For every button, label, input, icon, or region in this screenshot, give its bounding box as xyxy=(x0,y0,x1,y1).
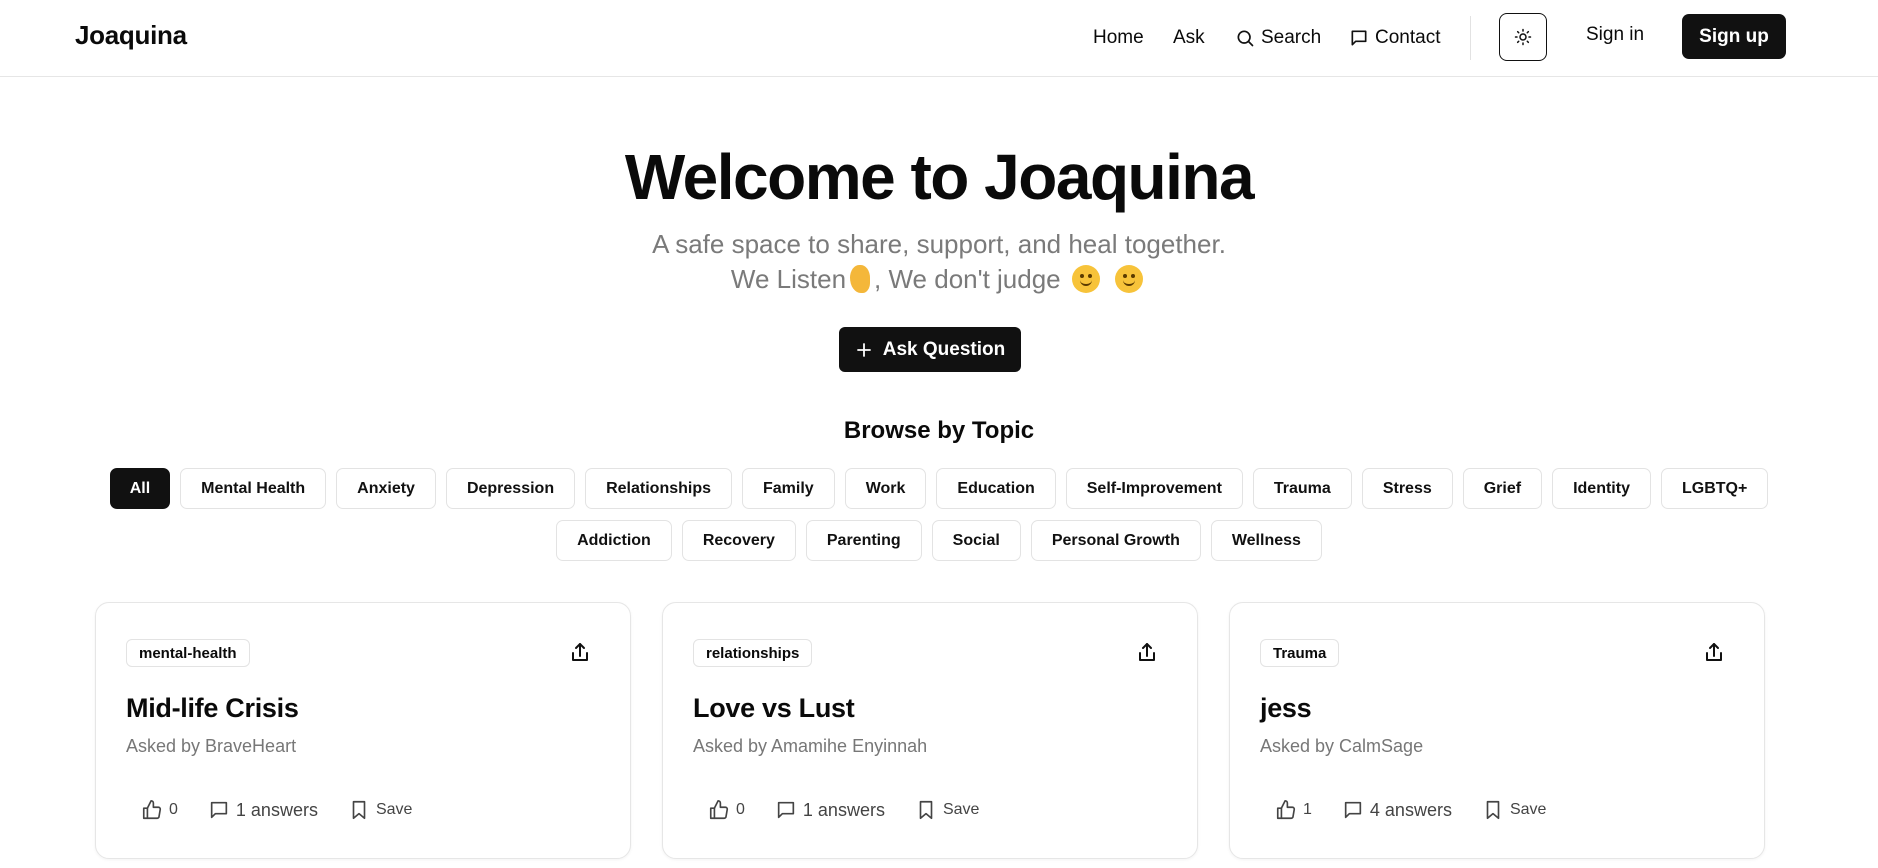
card-title[interactable]: jess xyxy=(1260,693,1312,724)
search-icon xyxy=(1237,30,1254,47)
card-actions: 0 1 answers Save xyxy=(141,797,442,823)
save-label: Save xyxy=(942,801,980,818)
share-icon[interactable] xyxy=(1702,641,1726,665)
card-asked-by: Asked by Amamihe Enyinnah xyxy=(693,736,928,756)
theme-toggle-button[interactable] xyxy=(1499,13,1547,61)
tagline-part-b: , We don't judge xyxy=(874,264,1061,294)
hero-title: Welcome to Joaquina xyxy=(624,141,1255,213)
like-button[interactable]: 0 xyxy=(708,799,745,821)
topic-chips-row-2: Addiction Recovery Parenting Social Personal… xyxy=(0,520,1878,561)
like-count: 0 xyxy=(736,801,745,818)
nav-home-label: Home xyxy=(1093,27,1144,48)
question-card[interactable]: Trauma jess Asked by CalmSage 1 4 answer… xyxy=(1229,602,1765,859)
save-label: Save xyxy=(375,801,413,818)
topic-chip-education[interactable]: Education xyxy=(936,468,1056,509)
topic-chip-recovery[interactable]: Recovery xyxy=(681,520,796,561)
like-count: 0 xyxy=(169,801,178,818)
sign-in-link[interactable]: Sign in xyxy=(1586,24,1644,46)
answers-link[interactable]: 1 answers xyxy=(208,799,318,821)
hugging-face-emoji-icon xyxy=(1071,265,1100,293)
tagline-part-a: We Listen xyxy=(730,264,847,294)
smiling-face-emoji-icon xyxy=(1115,265,1144,293)
sign-up-button[interactable]: Sign up xyxy=(1682,14,1786,59)
like-count: 1 xyxy=(1303,801,1312,818)
save-label: Save xyxy=(1509,801,1547,818)
card-asked-by: Asked by BraveHeart xyxy=(126,736,297,756)
top-navbar: Joaquina Home Ask Search Contact Sign in… xyxy=(0,0,1878,77)
card-tag[interactable]: mental-health xyxy=(126,639,250,667)
browse-topic-heading: Browse by Topic xyxy=(843,417,1035,444)
topic-chip-wellness[interactable]: Wellness xyxy=(1210,520,1322,561)
topic-chip-depression[interactable]: Depression xyxy=(445,468,576,509)
topic-chip-work[interactable]: Work xyxy=(844,468,927,509)
topic-chips-row-1: All Mental Health Anxiety Depression Relatio… xyxy=(0,468,1878,509)
nav-contact-link[interactable]: Contact xyxy=(1349,24,1440,52)
nav-ask-link[interactable]: Ask xyxy=(1173,24,1205,52)
message-icon xyxy=(210,801,228,819)
hero-subtitle: A safe space to share, support, and heal… xyxy=(652,229,1226,259)
nav-search-label: Search xyxy=(1261,27,1322,48)
answers-count: 4 answers xyxy=(1369,799,1452,820)
like-button[interactable]: 0 xyxy=(141,799,178,821)
nav-search-link[interactable]: Search xyxy=(1235,24,1321,52)
nav-home-link[interactable]: Home xyxy=(1093,24,1144,52)
answers-count: 1 answers xyxy=(235,799,318,820)
topic-chip-trauma[interactable]: Trauma xyxy=(1252,468,1352,509)
sun-icon xyxy=(1514,28,1532,46)
topic-chip-mental-health[interactable]: Mental Health xyxy=(180,468,327,509)
bookmark-icon xyxy=(919,800,933,820)
share-icon[interactable] xyxy=(568,641,592,665)
answers-link[interactable]: 1 answers xyxy=(775,799,885,821)
topic-chip-all[interactable]: All xyxy=(109,468,171,509)
topic-chip-social[interactable]: Social xyxy=(931,520,1021,561)
hero-tagline: We Listen , We don't judge xyxy=(0,264,1878,295)
question-card[interactable]: mental-health Mid-life Crisis Asked by B… xyxy=(95,602,631,859)
brand-logo[interactable]: Joaquina xyxy=(75,20,187,51)
message-icon xyxy=(777,801,795,819)
ask-question-label: Ask Question xyxy=(882,338,1006,360)
topic-chip-anxiety[interactable]: Anxiety xyxy=(336,468,436,509)
card-title[interactable]: Love vs Lust xyxy=(693,693,855,724)
card-tag[interactable]: relationships xyxy=(693,639,813,667)
card-title[interactable]: Mid-life Crisis xyxy=(126,693,299,724)
topic-chip-lgbtq[interactable]: LGBTQ+ xyxy=(1660,468,1769,509)
message-icon xyxy=(1344,801,1362,819)
question-card[interactable]: relationships Love vs Lust Asked by Amam… xyxy=(662,602,1198,859)
message-icon xyxy=(1351,30,1367,46)
like-button[interactable]: 1 xyxy=(1275,799,1312,821)
topic-chip-stress[interactable]: Stress xyxy=(1361,468,1453,509)
nav-divider xyxy=(1470,16,1471,60)
topic-chip-parenting[interactable]: Parenting xyxy=(805,520,922,561)
answers-link[interactable]: 4 answers xyxy=(1342,799,1452,821)
save-button[interactable]: Save xyxy=(1482,799,1546,821)
thumbs-up-icon xyxy=(142,800,162,820)
ear-emoji-icon xyxy=(850,265,871,293)
topic-chip-family[interactable]: Family xyxy=(742,468,835,509)
save-button[interactable]: Save xyxy=(915,799,979,821)
bookmark-icon xyxy=(1486,800,1500,820)
card-actions: 0 1 answers Save xyxy=(708,797,1009,823)
topic-chip-self-improvement[interactable]: Self-Improvement xyxy=(1065,468,1243,509)
topic-chip-relationships[interactable]: Relationships xyxy=(585,468,732,509)
topic-chip-identity[interactable]: Identity xyxy=(1552,468,1651,509)
topic-chip-grief[interactable]: Grief xyxy=(1462,468,1543,509)
thumbs-up-icon xyxy=(709,800,729,820)
card-asked-by: Asked by CalmSage xyxy=(1260,736,1424,756)
plus-icon xyxy=(856,342,871,357)
ask-question-button[interactable]: Ask Question xyxy=(839,327,1021,372)
share-icon[interactable] xyxy=(1135,641,1159,665)
answers-count: 1 answers xyxy=(802,799,885,820)
bookmark-icon xyxy=(352,800,366,820)
topic-chip-addiction[interactable]: Addiction xyxy=(556,520,672,561)
topic-chip-personal-growth[interactable]: Personal Growth xyxy=(1030,520,1201,561)
save-button[interactable]: Save xyxy=(348,799,412,821)
nav-contact-label: Contact xyxy=(1375,27,1441,48)
thumbs-up-icon xyxy=(1276,800,1296,820)
card-tag[interactable]: Trauma xyxy=(1260,639,1340,667)
card-actions: 1 4 answers Save xyxy=(1275,797,1576,823)
nav-ask-label: Ask xyxy=(1173,27,1205,48)
